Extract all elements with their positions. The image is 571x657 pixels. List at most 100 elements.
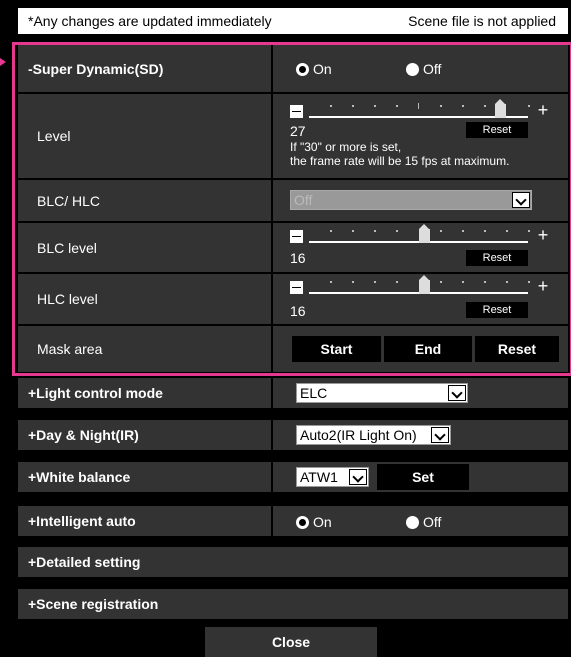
white-balance-set-button[interactable]: Set	[377, 464, 469, 490]
chevron-down-icon	[448, 385, 466, 401]
level-value: 27	[290, 123, 306, 139]
chevron-down-icon	[512, 192, 530, 208]
level-label: Level	[18, 94, 271, 178]
slider-tick	[330, 281, 332, 283]
blc-level-row: BLC level + 16 Reset	[18, 223, 568, 272]
slider-thumb[interactable]	[419, 275, 430, 294]
sd-on-label: On	[313, 61, 332, 77]
slider-tick	[396, 230, 398, 232]
slider-tick	[330, 230, 332, 232]
level-note-1: If "30" or more is set,	[290, 140, 402, 154]
minus-icon[interactable]	[290, 105, 303, 118]
intelligent-auto-label[interactable]: +Intelligent auto	[18, 506, 271, 536]
radio-unselected-icon	[406, 62, 419, 76]
slider-tick	[396, 281, 398, 283]
ia-on-label: On	[313, 514, 332, 530]
ia-off-label: Off	[423, 514, 442, 530]
chevron-down-icon	[349, 469, 367, 485]
sd-off-radio[interactable]: Off	[406, 61, 441, 77]
slider-tick	[374, 230, 376, 232]
hlc-reset-button[interactable]: Reset	[466, 302, 528, 318]
mask-reset-button[interactable]: Reset	[475, 336, 559, 362]
slider-tick	[418, 103, 419, 109]
slider-tick	[330, 105, 332, 107]
day-night-value: Auto2(IR Light On)	[300, 427, 417, 443]
minus-icon[interactable]	[290, 281, 303, 294]
light-control-value: ELC	[300, 385, 328, 401]
level-row: Level + 27 Reset If "30" or more is set,…	[18, 94, 568, 178]
slider-tick	[374, 105, 376, 107]
white-balance-value: ATW1	[300, 469, 338, 485]
minus-icon[interactable]	[290, 230, 303, 243]
super-dynamic-label[interactable]: -Super Dynamic(SD)	[18, 45, 271, 92]
scene-registration-label[interactable]: +Scene registration	[18, 589, 568, 619]
level-slider[interactable]: +	[290, 99, 550, 120]
slider-tick	[484, 281, 486, 283]
day-night-label[interactable]: +Day & Night(IR)	[18, 420, 271, 450]
slider-tick	[352, 281, 354, 283]
ia-off-radio[interactable]: Off	[406, 514, 441, 530]
level-note-2: the frame rate will be 15 fps at maximum…	[290, 154, 510, 168]
slider-thumb[interactable]	[495, 99, 506, 118]
slider-tick	[528, 105, 530, 107]
slider-tick	[352, 230, 354, 232]
light-control-label[interactable]: +Light control mode	[18, 378, 271, 408]
hlc-level-row: HLC level + 16 Reset	[18, 274, 568, 324]
light-control-row: +Light control mode ELC	[18, 378, 568, 408]
blc-reset-button[interactable]: Reset	[466, 250, 528, 266]
white-balance-label[interactable]: +White balance	[18, 462, 271, 492]
sd-off-label: Off	[423, 61, 442, 77]
radio-unselected-icon	[406, 515, 419, 529]
plus-icon[interactable]: +	[536, 226, 550, 244]
mask-start-button[interactable]: Start	[292, 336, 381, 362]
chevron-down-icon	[431, 427, 449, 443]
scene-registration-row: +Scene registration	[18, 589, 568, 619]
slider-tick	[484, 230, 486, 232]
sd-on-radio[interactable]: On	[296, 61, 332, 77]
update-notice: *Any changes are updated immediately	[28, 13, 272, 29]
status-header: *Any changes are updated immediately Sce…	[18, 8, 568, 34]
slider-tick	[506, 281, 508, 283]
slider-tick	[440, 230, 442, 232]
light-control-select[interactable]: ELC	[296, 383, 468, 403]
slider-tick	[396, 105, 398, 107]
white-balance-select[interactable]: ATW1	[296, 467, 369, 487]
slider-tick	[352, 105, 354, 107]
detailed-setting-row: +Detailed setting	[18, 547, 568, 577]
plus-icon[interactable]: +	[536, 277, 550, 295]
slider-tick	[484, 105, 486, 107]
slider-tick	[440, 105, 442, 107]
slider-tick	[462, 230, 464, 232]
ia-on-radio[interactable]: On	[296, 514, 332, 530]
slider-tick	[528, 230, 530, 232]
blc-hlc-select[interactable]: Off	[290, 190, 532, 210]
detailed-setting-label[interactable]: +Detailed setting	[18, 547, 568, 577]
day-night-row: +Day & Night(IR) Auto2(IR Light On)	[18, 420, 568, 450]
slider-tick	[528, 281, 530, 283]
radio-selected-icon	[296, 62, 309, 76]
slider-tick	[462, 281, 464, 283]
mask-area-row: Mask area Start End Reset	[18, 326, 568, 372]
intelligent-auto-row: +Intelligent auto On Off	[18, 506, 568, 536]
blc-hlc-label: BLC/ HLC	[18, 180, 271, 221]
hlc-level-value: 16	[290, 303, 306, 319]
hlc-level-slider[interactable]: +	[290, 275, 550, 296]
mask-end-button[interactable]: End	[384, 336, 472, 362]
level-reset-button[interactable]: Reset	[466, 122, 528, 138]
scene-status: Scene file is not applied	[408, 13, 556, 29]
day-night-select[interactable]: Auto2(IR Light On)	[296, 425, 451, 445]
close-button[interactable]: Close	[205, 627, 377, 657]
slider-tick	[440, 281, 442, 283]
plus-icon[interactable]: +	[536, 101, 550, 119]
slider-thumb[interactable]	[419, 224, 430, 243]
slider-tick	[506, 230, 508, 232]
white-balance-row: +White balance ATW1 Set	[18, 462, 568, 492]
super-dynamic-row: -Super Dynamic(SD) On Off	[18, 45, 568, 92]
highlight-pointer-icon	[0, 58, 6, 66]
slider-tick	[374, 281, 376, 283]
mask-area-label: Mask area	[18, 326, 271, 372]
blc-level-slider[interactable]: +	[290, 224, 550, 245]
blc-level-value: 16	[290, 250, 306, 266]
slider-tick	[462, 105, 464, 107]
blc-level-label: BLC level	[18, 223, 271, 272]
